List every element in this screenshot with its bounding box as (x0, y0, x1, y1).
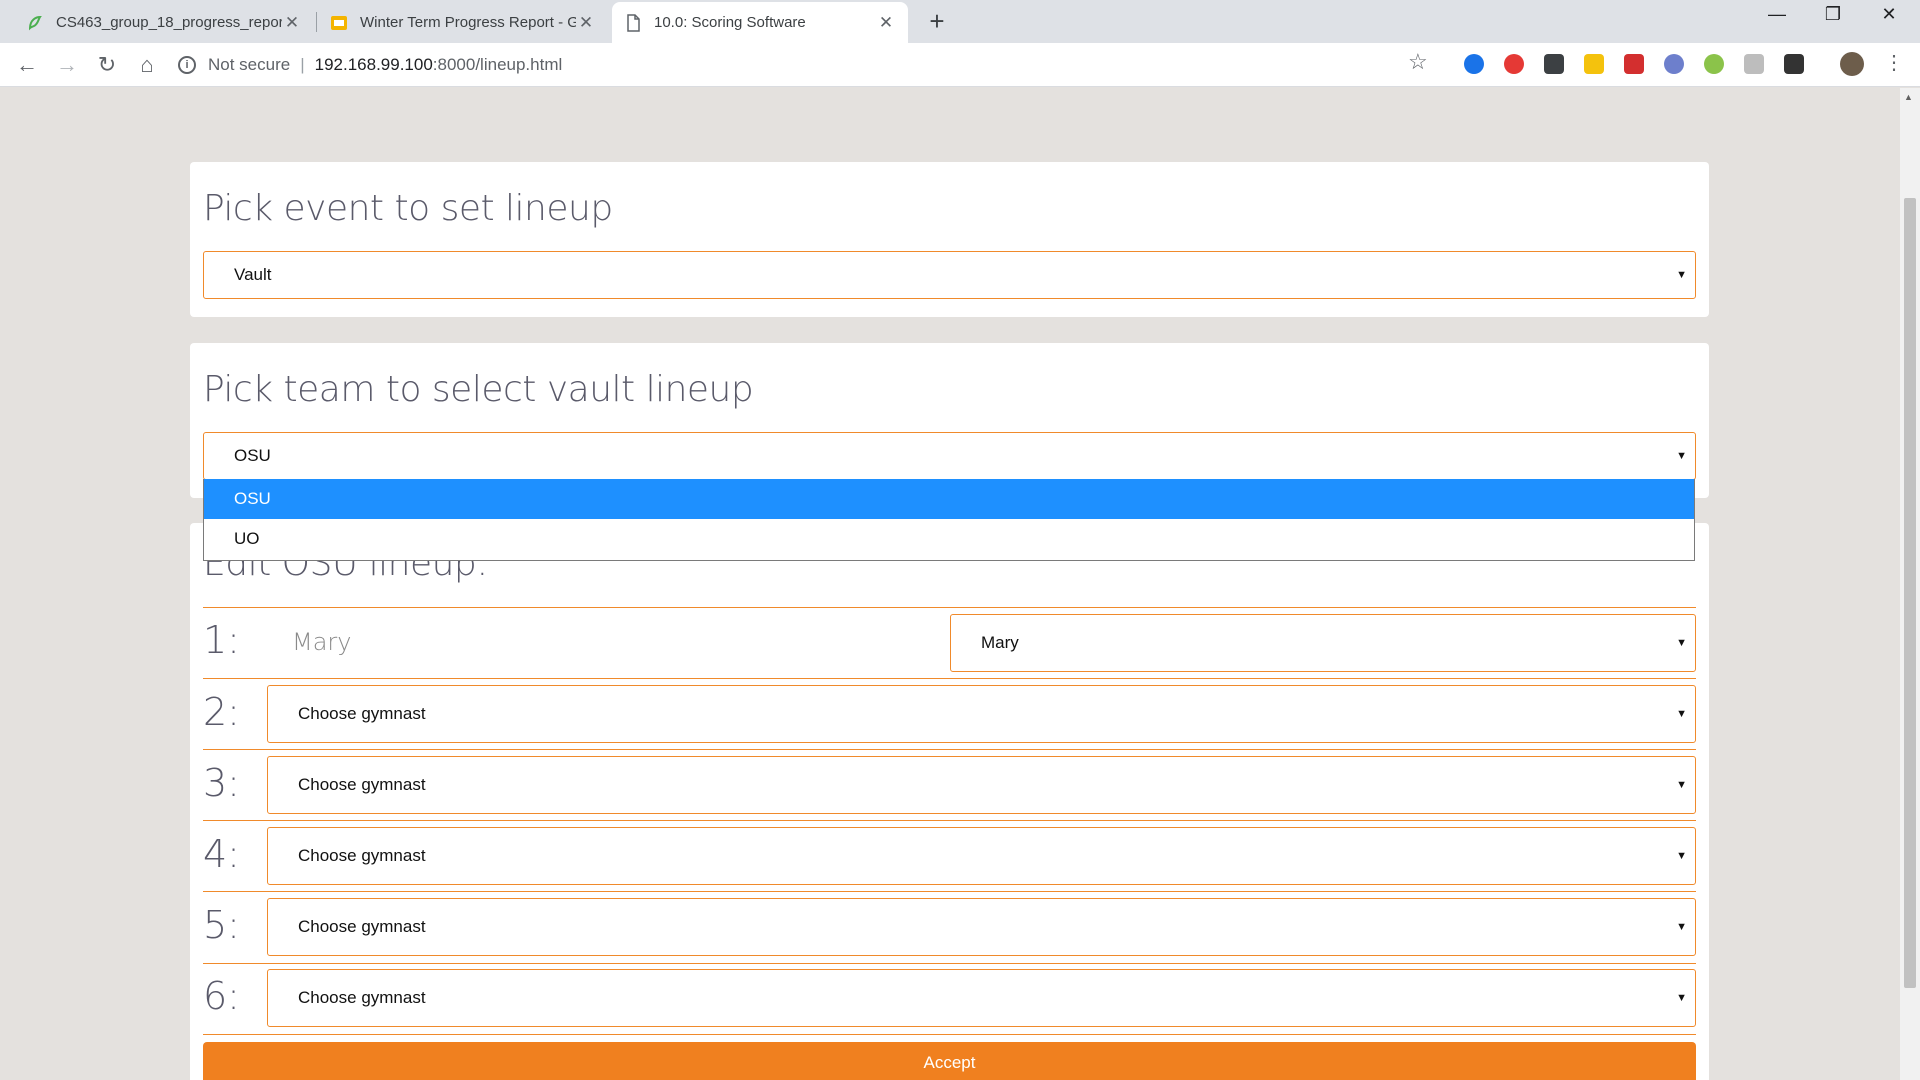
team-option-osu[interactable]: OSU (204, 479, 1694, 519)
chevron-down-icon: ▼ (1676, 850, 1687, 862)
gymnast-select-value: Choose gymnast (298, 775, 426, 794)
url-host: 192.168.99.100 (314, 55, 433, 74)
menu-dots-icon[interactable]: ⋮ (1884, 50, 1904, 75)
close-icon[interactable]: ✕ (282, 13, 302, 33)
extension-icon[interactable] (1624, 54, 1644, 74)
home-icon[interactable]: ⌂ (132, 50, 162, 80)
tab-separator (316, 12, 317, 32)
chevron-down-icon: ▼ (1676, 708, 1687, 720)
team-select[interactable]: OSU ▼ (203, 432, 1696, 480)
gymnast-select-value: Choose gymnast (298, 917, 426, 936)
browser-tab-scoring-software[interactable]: 10.0: Scoring Software ✕ (612, 2, 908, 43)
lineup-position-number: 1: (203, 618, 240, 662)
chevron-down-icon: ▼ (1676, 450, 1687, 462)
gymnast-select-value: Mary (981, 633, 1019, 652)
avatar[interactable] (1840, 52, 1864, 76)
row-divider (203, 820, 1696, 821)
lineup-position-number: 4: (203, 832, 240, 876)
chevron-down-icon: ▼ (1676, 992, 1687, 1004)
row-divider (203, 1034, 1696, 1035)
gymnast-select-value: Choose gymnast (298, 846, 426, 865)
reload-icon[interactable]: ↻ (92, 50, 122, 80)
tab-title: Winter Term Progress Report - Google Sli… (360, 14, 576, 31)
info-icon[interactable]: i (178, 56, 196, 74)
chevron-down-icon: ▼ (1676, 921, 1687, 933)
bookmark-star-icon[interactable]: ☆ (1408, 49, 1428, 75)
gymnast-select[interactable]: Mary ▼ (950, 614, 1696, 672)
lineup-position-number: 2: (203, 690, 240, 734)
extension-icon[interactable] (1584, 54, 1604, 74)
back-arrow-icon[interactable]: ← (12, 50, 42, 80)
lineup-position-number: 3: (203, 761, 240, 805)
team-option-uo[interactable]: UO (204, 519, 1694, 559)
close-window-icon[interactable]: ✕ (1866, 4, 1912, 25)
extension-icon[interactable] (1664, 54, 1684, 74)
row-divider (203, 891, 1696, 892)
extension-icon[interactable] (1704, 54, 1724, 74)
page-scrollbar[interactable]: ▲ (1900, 88, 1920, 1080)
restore-icon[interactable]: ❐ (1810, 4, 1856, 25)
extension-icon[interactable] (1504, 54, 1524, 74)
row-divider (203, 678, 1696, 679)
url-path: :8000/lineup.html (432, 55, 563, 74)
browser-tab-overleaf[interactable]: CS463_group_18_progress_report ✕ (14, 2, 314, 43)
extension-icon[interactable] (1784, 54, 1804, 74)
team-dropdown-list: OSU UO (203, 479, 1695, 561)
gymnast-select-value: Choose gymnast (298, 704, 426, 723)
security-label: Not secure (208, 55, 291, 74)
lineup-position-number: 6: (203, 974, 240, 1018)
new-tab-button[interactable]: + (922, 6, 952, 37)
slides-icon (330, 14, 348, 32)
row-divider (203, 749, 1696, 750)
minimize-icon[interactable]: — (1754, 4, 1800, 25)
chevron-down-icon: ▼ (1676, 779, 1687, 791)
tab-title: CS463_group_18_progress_report (56, 14, 282, 31)
lineup-gymnast-name: Mary (292, 628, 352, 656)
tab-title: 10.0: Scoring Software (654, 14, 806, 31)
scroll-up-icon[interactable]: ▲ (1904, 92, 1913, 102)
page-icon (624, 13, 642, 32)
gymnast-select[interactable]: Choose gymnast ▼ (267, 969, 1696, 1027)
gymnast-select[interactable]: Choose gymnast ▼ (267, 898, 1696, 956)
team-card-title: Pick team to select vault lineup (203, 369, 754, 410)
gymnast-select[interactable]: Choose gymnast ▼ (267, 827, 1696, 885)
address-divider: | (300, 55, 305, 74)
forward-arrow-icon[interactable]: → (52, 50, 82, 80)
overleaf-icon (26, 14, 44, 32)
row-divider (203, 963, 1696, 964)
lineup-position-number: 5: (203, 903, 240, 947)
gymnast-select-value: Choose gymnast (298, 988, 426, 1007)
row-divider (203, 607, 1696, 608)
event-card-title: Pick event to set lineup (203, 188, 613, 229)
address-bar[interactable]: i Not secure | 192.168.99.100 :8000/line… (178, 49, 1428, 81)
event-select-value: Vault (234, 265, 272, 284)
gymnast-select[interactable]: Choose gymnast ▼ (267, 685, 1696, 743)
chevron-down-icon: ▼ (1676, 269, 1687, 281)
extension-icon[interactable] (1464, 54, 1484, 74)
extension-icon[interactable] (1744, 54, 1764, 74)
close-icon[interactable]: ✕ (876, 13, 896, 33)
browser-tab-slides[interactable]: Winter Term Progress Report - Google Sli… (318, 2, 608, 43)
event-select[interactable]: Vault ▼ (203, 251, 1696, 299)
chevron-down-icon: ▼ (1676, 637, 1687, 649)
scrollbar-thumb[interactable] (1904, 198, 1916, 988)
pocket-icon[interactable] (1544, 54, 1564, 74)
browser-tab-strip: CS463_group_18_progress_report ✕ Winter … (0, 0, 1920, 43)
team-select-value: OSU (234, 446, 271, 465)
gymnast-select[interactable]: Choose gymnast ▼ (267, 756, 1696, 814)
accept-button[interactable]: Accept (203, 1042, 1696, 1080)
close-icon[interactable]: ✕ (576, 13, 596, 33)
